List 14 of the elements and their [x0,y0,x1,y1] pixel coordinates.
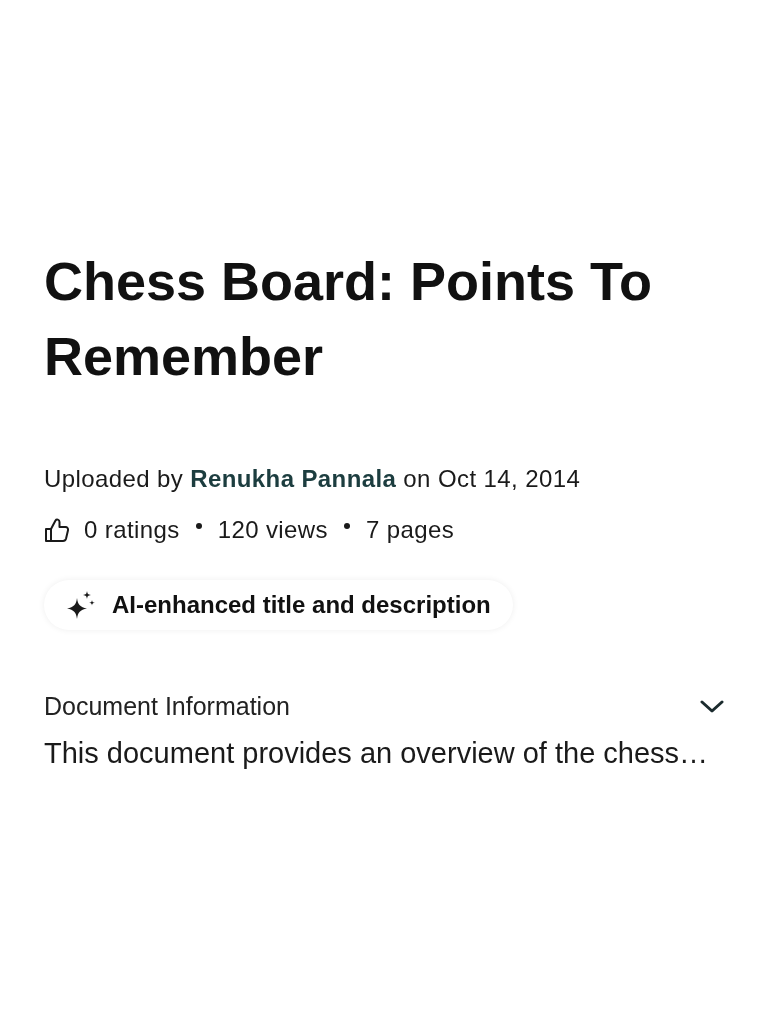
chip-label: AI-enhanced title and description [112,591,491,619]
stat-text: 7 pages [366,516,455,544]
upload-info: Uploaded by Renukha Pannala on Oct 14, 2014 [44,464,581,494]
thumbs-up-icon[interactable] [44,517,70,543]
section-heading: Document Information [44,692,290,721]
stat-text: 120 views [217,516,328,544]
description-text: This document provides an overview of the chess… [44,736,710,771]
author-link[interactable]: Renukha Pannala [190,465,397,492]
stat-text: 0 ratings [84,516,180,544]
document-title: Chess Board: Points To Remember [44,250,654,388]
sparkle-icon [66,590,96,620]
separator-dot-icon [195,523,202,529]
chevron-icon[interactable] [700,699,724,714]
separator-dot-icon [344,523,350,529]
